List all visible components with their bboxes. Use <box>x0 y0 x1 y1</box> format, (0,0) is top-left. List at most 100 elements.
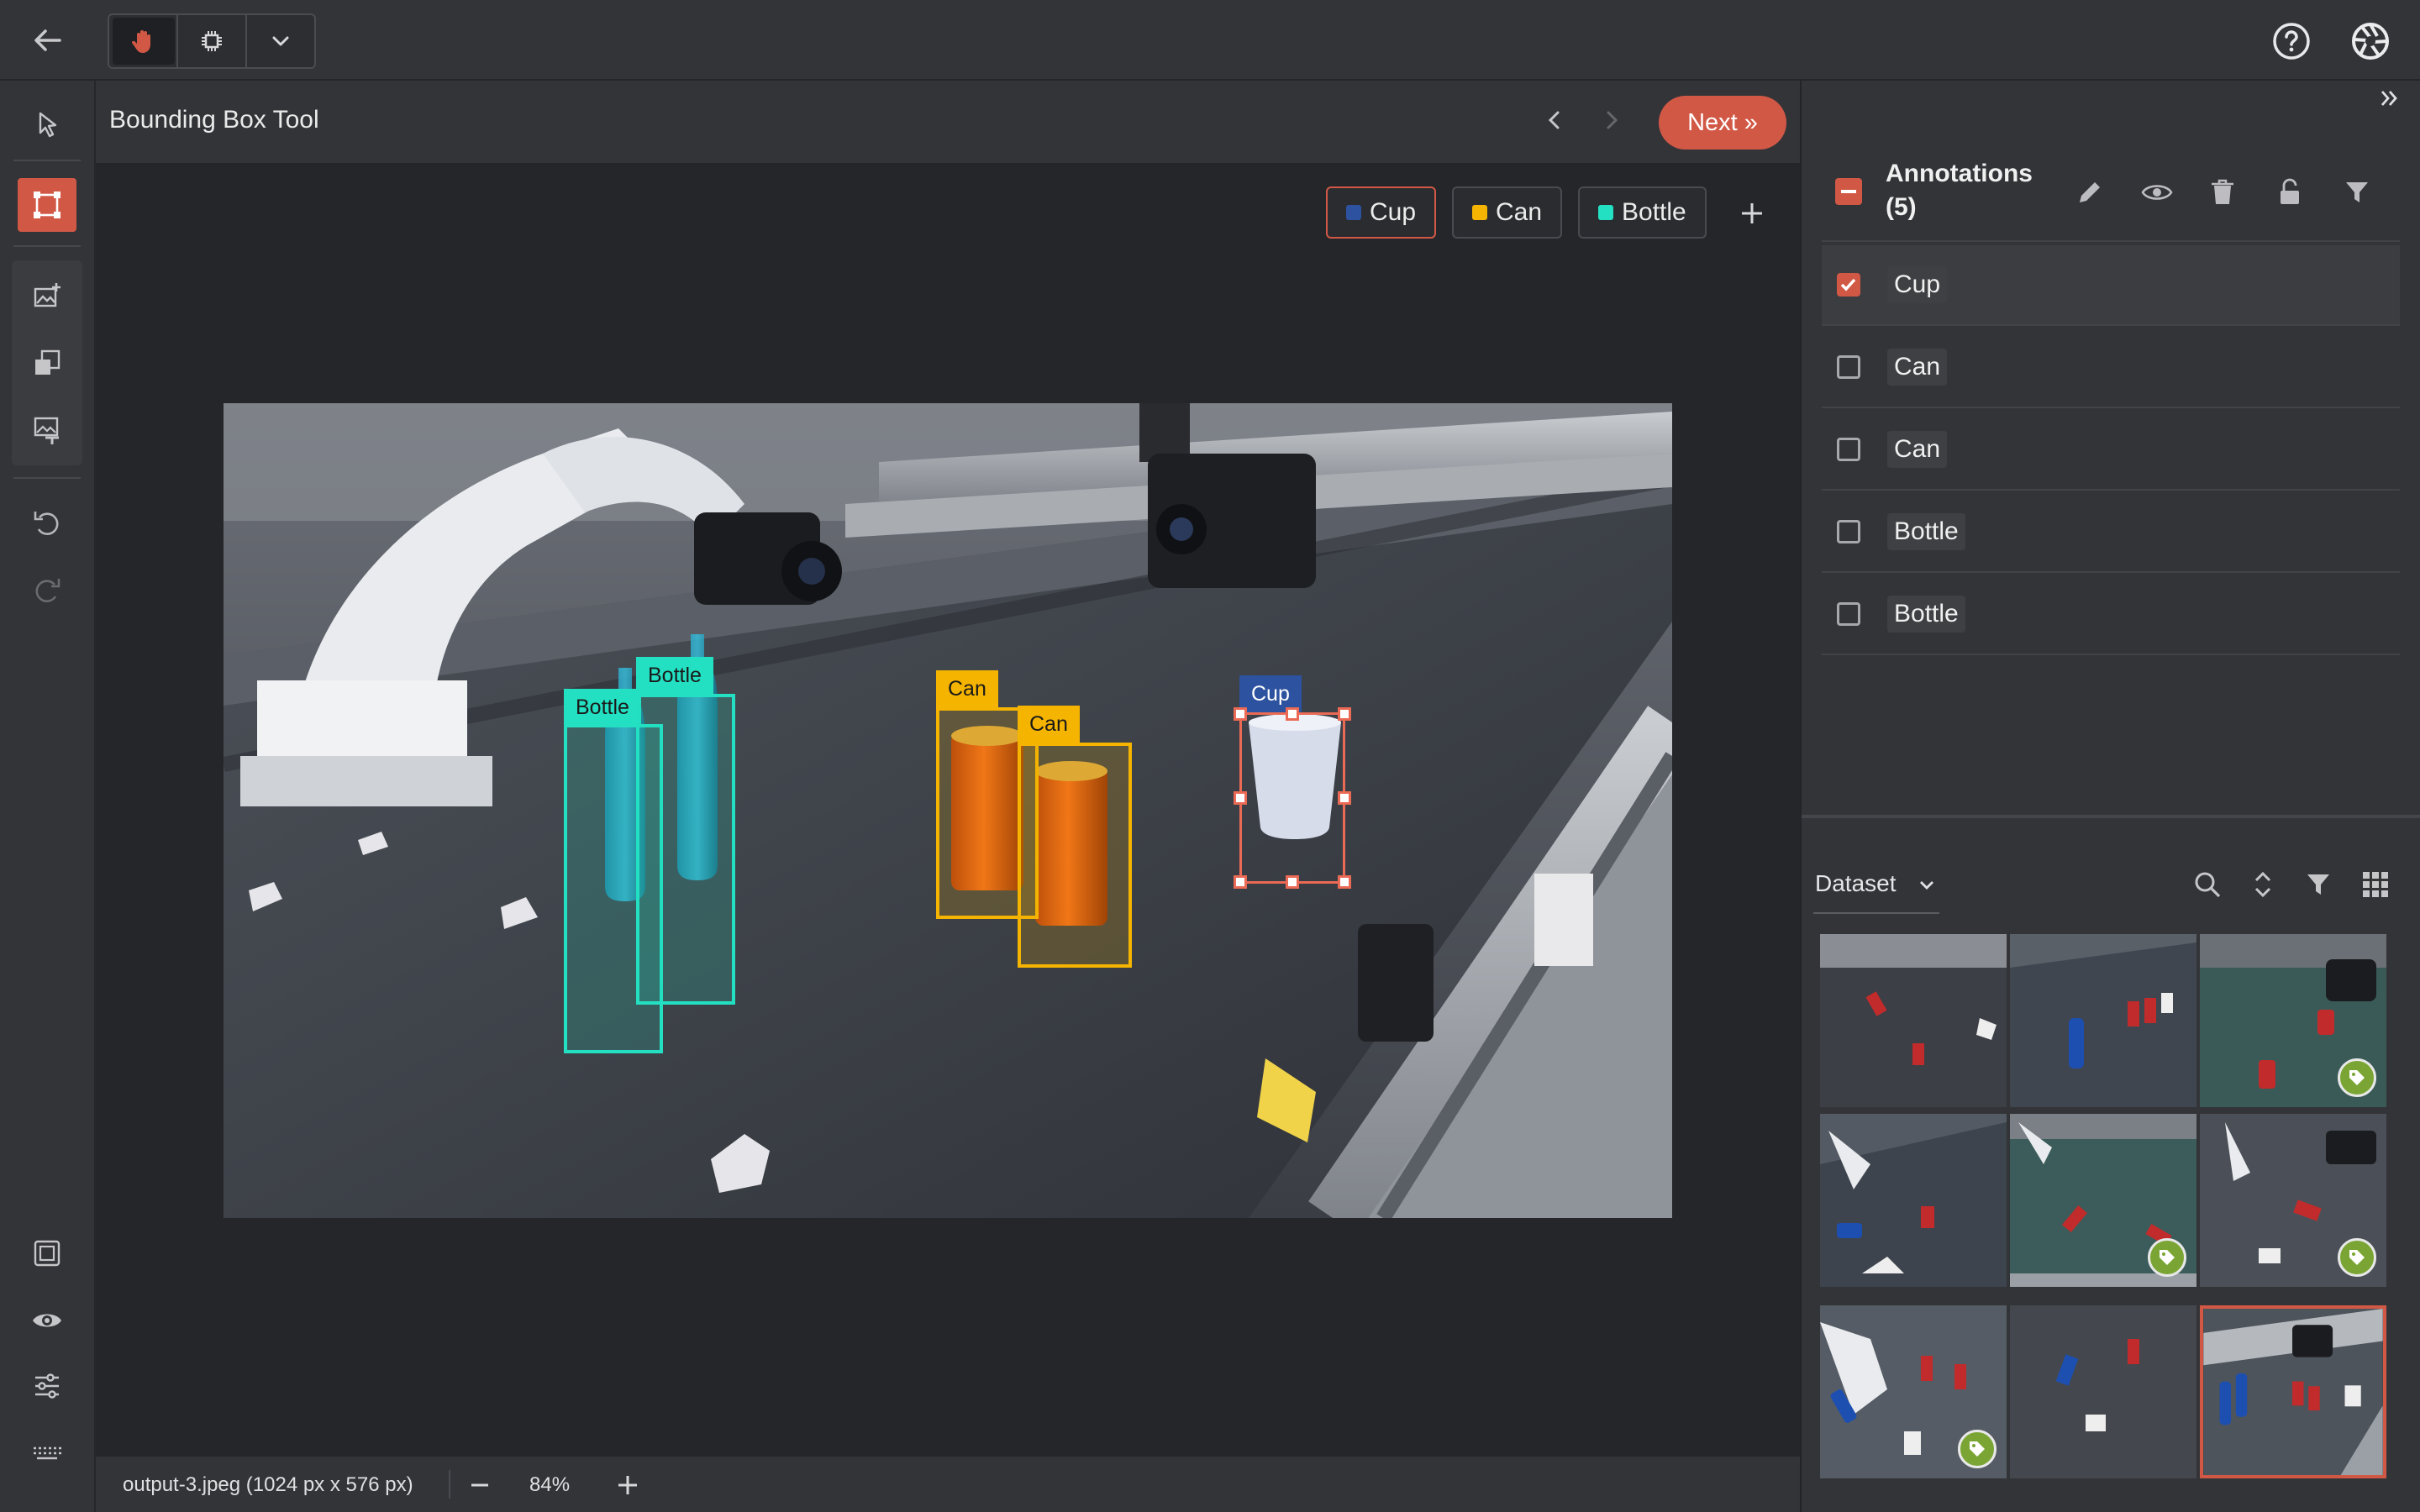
pencil-icon <box>2080 182 2100 202</box>
annotation-row-bottle[interactable]: Bottle <box>1822 575 2400 655</box>
chip-mode-button[interactable] <box>180 18 244 65</box>
annotation-row-bottle[interactable]: Bottle <box>1822 492 2400 573</box>
dataset-thumbnail[interactable] <box>1820 934 2007 1107</box>
dataset-thumbnail[interactable] <box>2010 934 2196 1107</box>
collapse-panel-button[interactable] <box>2371 84 2408 113</box>
image-text-tool-button[interactable] <box>18 403 76 457</box>
back-button[interactable] <box>24 17 72 64</box>
top-toolbar <box>0 0 2420 81</box>
image-add-tool-button[interactable] <box>18 269 76 323</box>
bounding-box-bottle[interactable] <box>636 694 735 1005</box>
dataset-dropdown[interactable]: Dataset <box>1813 858 1939 914</box>
status-bar: output-3.jpeg (1024 px x 576 px) 84% <box>96 1457 1800 1512</box>
next-image-arrow-button[interactable] <box>1595 101 1628 139</box>
arrow-left-icon <box>34 29 61 51</box>
annotation-row-can[interactable]: Can <box>1822 410 2400 491</box>
mode-dropdown-button[interactable] <box>249 18 313 65</box>
annotation-checkbox[interactable] <box>1837 520 1860 543</box>
dataset-thumbnail[interactable] <box>1820 1114 2007 1287</box>
filter-annotations-button[interactable] <box>2336 173 2378 212</box>
visibility-button[interactable] <box>18 1294 76 1347</box>
zoom-out-button[interactable] <box>457 1468 502 1502</box>
select-tool-button[interactable] <box>18 97 76 151</box>
dataset-grid-button[interactable] <box>2356 865 2395 904</box>
dataset-thumbnail-selected[interactable] <box>2200 1305 2386 1478</box>
annotation-label: Bottle <box>1887 513 1965 550</box>
dataset-thumbnail[interactable] <box>1820 1305 2007 1478</box>
sliders-icon <box>35 1373 59 1399</box>
fit-screen-icon <box>34 1240 60 1267</box>
resize-handle-bottom-left[interactable] <box>1234 875 1247 889</box>
keyboard-shortcuts-button[interactable] <box>18 1426 76 1480</box>
annotations-header: Annotations (5) <box>1822 151 2400 242</box>
help-circle-icon <box>2273 23 2310 60</box>
bounding-box-label: Bottle <box>636 657 713 694</box>
resize-handle-top[interactable] <box>1286 707 1299 721</box>
resize-handle-bottom[interactable] <box>1286 875 1299 889</box>
add-class-button[interactable] <box>1731 193 1773 234</box>
bounding-box-cup-selected[interactable] <box>1239 712 1345 884</box>
dataset-thumbnail[interactable] <box>2010 1305 2196 1478</box>
dataset-thumbnail[interactable] <box>2200 1114 2386 1287</box>
select-all-checkbox[interactable] <box>1835 178 1862 205</box>
annotation-checkbox[interactable] <box>1837 602 1860 626</box>
resize-handle-left[interactable] <box>1234 791 1247 805</box>
resize-handle-top-right[interactable] <box>1338 707 1351 721</box>
dataset-search-button[interactable] <box>2188 865 2227 904</box>
annotation-checkbox[interactable] <box>1837 273 1860 297</box>
tagged-badge <box>1958 1430 1996 1468</box>
class-chip-can[interactable]: Can <box>1452 186 1563 239</box>
thumbnail-image <box>2010 1305 2196 1478</box>
class-chip-bottle[interactable]: Bottle <box>1578 186 1707 239</box>
annotation-row-can[interactable]: Can <box>1822 328 2400 408</box>
delete-annotation-button[interactable] <box>2202 173 2244 212</box>
image-copy-icon <box>35 349 60 375</box>
class-color-swatch <box>1472 205 1487 220</box>
resize-handle-top-left[interactable] <box>1234 707 1247 721</box>
fit-screen-button[interactable] <box>18 1226 76 1280</box>
chevron-down-icon <box>1920 881 1933 890</box>
annotation-row-cup[interactable]: Cup <box>1822 245 2400 326</box>
next-button[interactable]: Next » <box>1659 96 1786 150</box>
bounding-box-tool-button[interactable] <box>18 178 76 232</box>
annotation-checkbox[interactable] <box>1837 355 1860 379</box>
lock-annotation-button[interactable] <box>2269 173 2311 212</box>
dataset-thumbnail[interactable] <box>2010 1114 2196 1287</box>
annotation-checkbox[interactable] <box>1837 438 1860 461</box>
annotation-label: Bottle <box>1887 596 1965 633</box>
dataset-sort-button[interactable] <box>2244 865 2282 904</box>
tagged-badge <box>2338 1238 2376 1277</box>
class-color-swatch <box>1346 205 1361 220</box>
tool-title: Bounding Box Tool <box>109 106 319 134</box>
eye-icon <box>2141 185 2173 200</box>
settings-sliders-button[interactable] <box>18 1359 76 1413</box>
undo-button[interactable] <box>18 496 76 549</box>
annotation-label: Cup <box>1887 266 1948 303</box>
class-color-swatch <box>1598 205 1613 220</box>
resize-handle-right[interactable] <box>1338 791 1351 805</box>
hand-mode-button[interactable] <box>113 18 175 65</box>
filter-icon <box>2346 182 2368 202</box>
zoom-in-button[interactable] <box>605 1468 650 1502</box>
image-copy-tool-button[interactable] <box>18 336 76 390</box>
prev-image-button[interactable] <box>1538 101 1571 139</box>
thumbnail-image <box>1820 1114 2007 1287</box>
zoom-level: 84% <box>529 1473 571 1496</box>
edit-annotation-button[interactable] <box>2069 173 2111 212</box>
grid-icon <box>2363 872 2388 897</box>
aperture-logo-icon <box>2352 23 2389 60</box>
panel-resizer[interactable] <box>1802 815 2420 818</box>
mode-switcher <box>108 13 316 69</box>
class-chip-cup[interactable]: Cup <box>1326 186 1437 239</box>
redo-button[interactable] <box>18 563 76 617</box>
help-button[interactable] <box>2265 17 2317 66</box>
dataset-thumbnail[interactable] <box>2200 934 2386 1107</box>
bounding-box-can[interactable] <box>1018 743 1132 968</box>
bounding-box-label: Bottle <box>564 689 641 726</box>
app-logo <box>2344 17 2396 66</box>
toggle-visibility-button[interactable] <box>2136 173 2178 212</box>
tag-icon <box>2349 1070 2365 1085</box>
bounding-box-label: Can <box>1018 706 1080 743</box>
dataset-filter-button[interactable] <box>2299 865 2338 904</box>
resize-handle-bottom-right[interactable] <box>1338 875 1351 889</box>
